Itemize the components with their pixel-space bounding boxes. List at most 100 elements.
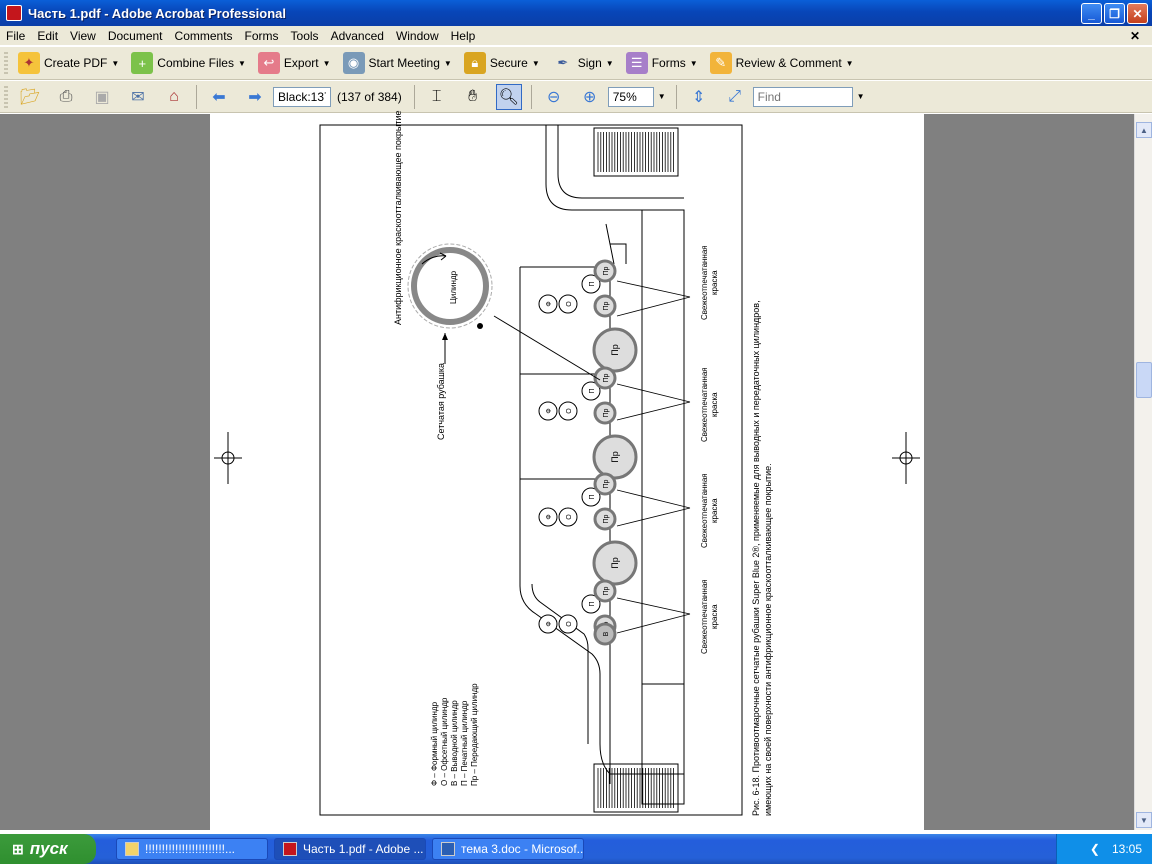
offset-cylinder-label: О: [566, 301, 573, 307]
menu-edit[interactable]: Edit: [31, 29, 64, 43]
impression-cylinder-label: П: [589, 494, 596, 499]
zoom-in-icon[interactable]: ⊕: [577, 84, 603, 110]
task-label: !!!!!!!!!!!!!!!!!!!!!!!!...: [145, 842, 236, 856]
transfer-cylinder-label: Пр: [603, 408, 610, 417]
fresh-ink-label-4: Свежеотпечатанная краска: [700, 579, 719, 654]
transfer-cylinder-label: Пр: [603, 586, 610, 595]
ink-arrow: [616, 507, 691, 527]
window-controls: _ ❐ ✕: [1081, 3, 1148, 24]
transfer-cylinder-large-label: Пр: [610, 557, 620, 568]
form-cylinder-label: Ф: [546, 301, 553, 306]
chevron-down-icon: ▼: [443, 58, 452, 68]
figure-caption: Рис. 6-18. Противоотмарочные сетчатые ру…: [750, 256, 774, 816]
toolbar-grip[interactable]: [4, 85, 8, 108]
close-button[interactable]: ✕: [1127, 3, 1148, 24]
maximize-button[interactable]: ❐: [1104, 3, 1125, 24]
clock: 13:05: [1111, 842, 1142, 856]
email-icon[interactable]: ✉: [125, 84, 151, 110]
start-button[interactable]: ⊞ пуск: [0, 834, 96, 864]
menu-advanced[interactable]: Advanced: [325, 29, 390, 43]
secure-label: Secure: [489, 56, 528, 70]
offset-cylinder-label: О: [566, 621, 573, 627]
transfer-cylinder-label: Пр: [603, 301, 610, 310]
find-dropdown-icon[interactable]: ▼: [857, 92, 865, 101]
task-label: Часть 1.pdf - Adobe ...: [303, 842, 424, 856]
cylinder-label: Цилиндр: [449, 270, 458, 304]
marquee-zoom-icon[interactable]: 🔍︎: [495, 83, 522, 110]
open-folder-icon[interactable]: 📂︎: [17, 84, 43, 110]
zoom-dropdown-icon[interactable]: ▼: [658, 92, 666, 101]
scroll-down-icon[interactable]: ▼: [1136, 812, 1152, 828]
menu-file[interactable]: File: [0, 29, 31, 43]
scroll-up-icon[interactable]: ▲: [1136, 122, 1152, 138]
fit-page-icon[interactable]: ⇕: [686, 84, 712, 110]
menu-bar: File Edit View Document Comments Forms T…: [0, 26, 1152, 45]
menu-tools[interactable]: Tools: [285, 29, 325, 43]
fit-width-icon[interactable]: ⤢: [722, 84, 748, 110]
zoom-field[interactable]: [607, 86, 654, 107]
review-comment-button[interactable]: ✎ Review & Comment ▼: [704, 49, 860, 77]
pdf-page: ФОППрПрПрФОППрПрПрФОППрПрПрФОППрПрВ Анти…: [210, 111, 924, 830]
select-tool-icon[interactable]: ⌶: [424, 84, 450, 110]
form-cylinder-label: Ф: [546, 408, 553, 413]
toolbar-separator: [413, 84, 415, 109]
ink-arrow: [616, 613, 691, 634]
transfer-cylinder-label: Пр: [603, 479, 610, 488]
impression-cylinder-label: П: [589, 281, 596, 286]
chevron-down-icon: ▼: [111, 58, 120, 68]
task-acrobat[interactable]: Часть 1.pdf - Adobe ...: [274, 838, 426, 860]
mesh-label: Сетчатая рубашка: [436, 362, 446, 440]
coating-label: Антифрикционное краскоотталкивающее покр…: [393, 110, 403, 326]
tasks-toolbar: ✦ Create PDF ▼ + Combine Files ▼ ↩ Export ▼…: [0, 46, 1152, 80]
registration-mark-right: [892, 432, 920, 484]
registration-mark-left: [214, 432, 242, 484]
secure-button[interactable]: 🔒︎ Secure ▼: [458, 49, 546, 77]
delivery-cylinder-label: В: [603, 631, 610, 636]
ink-arrow: [616, 296, 691, 317]
comment-icon: ✎: [709, 52, 732, 74]
menu-window[interactable]: Window: [390, 29, 445, 43]
document-viewer[interactable]: ФОППрПрПрФОППрПрПрФОППрПрПрФОППрПрВ Анти…: [0, 111, 1134, 830]
impression-cylinder-label: П: [589, 601, 596, 606]
start-meeting-button[interactable]: ◉ Start Meeting ▼: [337, 49, 458, 77]
combine-files-button[interactable]: + Combine Files ▼: [125, 49, 252, 77]
task-label: тема 3.doc - Microsof...: [461, 842, 584, 856]
create-pdf-button[interactable]: ✦ Create PDF ▼: [12, 49, 125, 77]
chevron-down-icon: ▼: [845, 58, 854, 68]
fresh-ink-label-1: Свежеотпечатанная краска: [700, 245, 719, 320]
menu-view[interactable]: View: [64, 29, 102, 43]
hand-tool-icon[interactable]: ✋︎: [460, 84, 486, 110]
previous-page-icon[interactable]: ⬅: [206, 84, 232, 110]
find-input[interactable]: [752, 86, 853, 107]
scroll-thumb[interactable]: [1136, 362, 1152, 398]
vertical-scrollbar[interactable]: ▲ ▼: [1134, 114, 1152, 830]
taskbar: ⊞ пуск !!!!!!!!!!!!!!!!!!!!!!!!... Часть…: [0, 834, 1152, 864]
menu-help[interactable]: Help: [445, 29, 482, 43]
print-icon[interactable]: ⎙: [53, 84, 79, 110]
start-label: пуск: [29, 839, 68, 858]
minimize-button[interactable]: _: [1081, 3, 1102, 24]
menu-comments[interactable]: Comments: [169, 29, 239, 43]
word-icon: [441, 842, 455, 856]
combine-files-label: Combine Files: [157, 56, 234, 70]
export-button[interactable]: ↩ Export ▼: [252, 49, 337, 77]
menu-document[interactable]: Document: [102, 29, 169, 43]
document-close-icon[interactable]: ✕: [1124, 29, 1146, 43]
forms-button[interactable]: ☰ Forms ▼: [620, 49, 704, 77]
create-pdf-label: Create PDF: [44, 56, 108, 70]
form-cylinder-label: Ф: [546, 621, 553, 626]
tray-expand-icon[interactable]: ❮: [1090, 842, 1100, 856]
task-folder[interactable]: !!!!!!!!!!!!!!!!!!!!!!!!...: [116, 838, 268, 860]
save-icon[interactable]: ▣: [89, 84, 115, 110]
page-number-field[interactable]: [273, 86, 331, 107]
zoom-out-icon[interactable]: ⊖: [541, 84, 567, 110]
meeting-icon: ◉: [342, 52, 365, 74]
menu-forms[interactable]: Forms: [239, 29, 285, 43]
sign-button[interactable]: ✒ Sign ▼: [546, 49, 620, 77]
toolbar-grip[interactable]: [4, 52, 8, 74]
bridge-icon[interactable]: ⌂: [161, 84, 187, 110]
window-title: Часть 1.pdf - Adobe Acrobat Professional: [28, 5, 287, 21]
next-page-icon[interactable]: ➡: [242, 84, 268, 110]
toolbar-separator: [196, 84, 197, 109]
task-word[interactable]: тема 3.doc - Microsof...: [432, 838, 584, 860]
